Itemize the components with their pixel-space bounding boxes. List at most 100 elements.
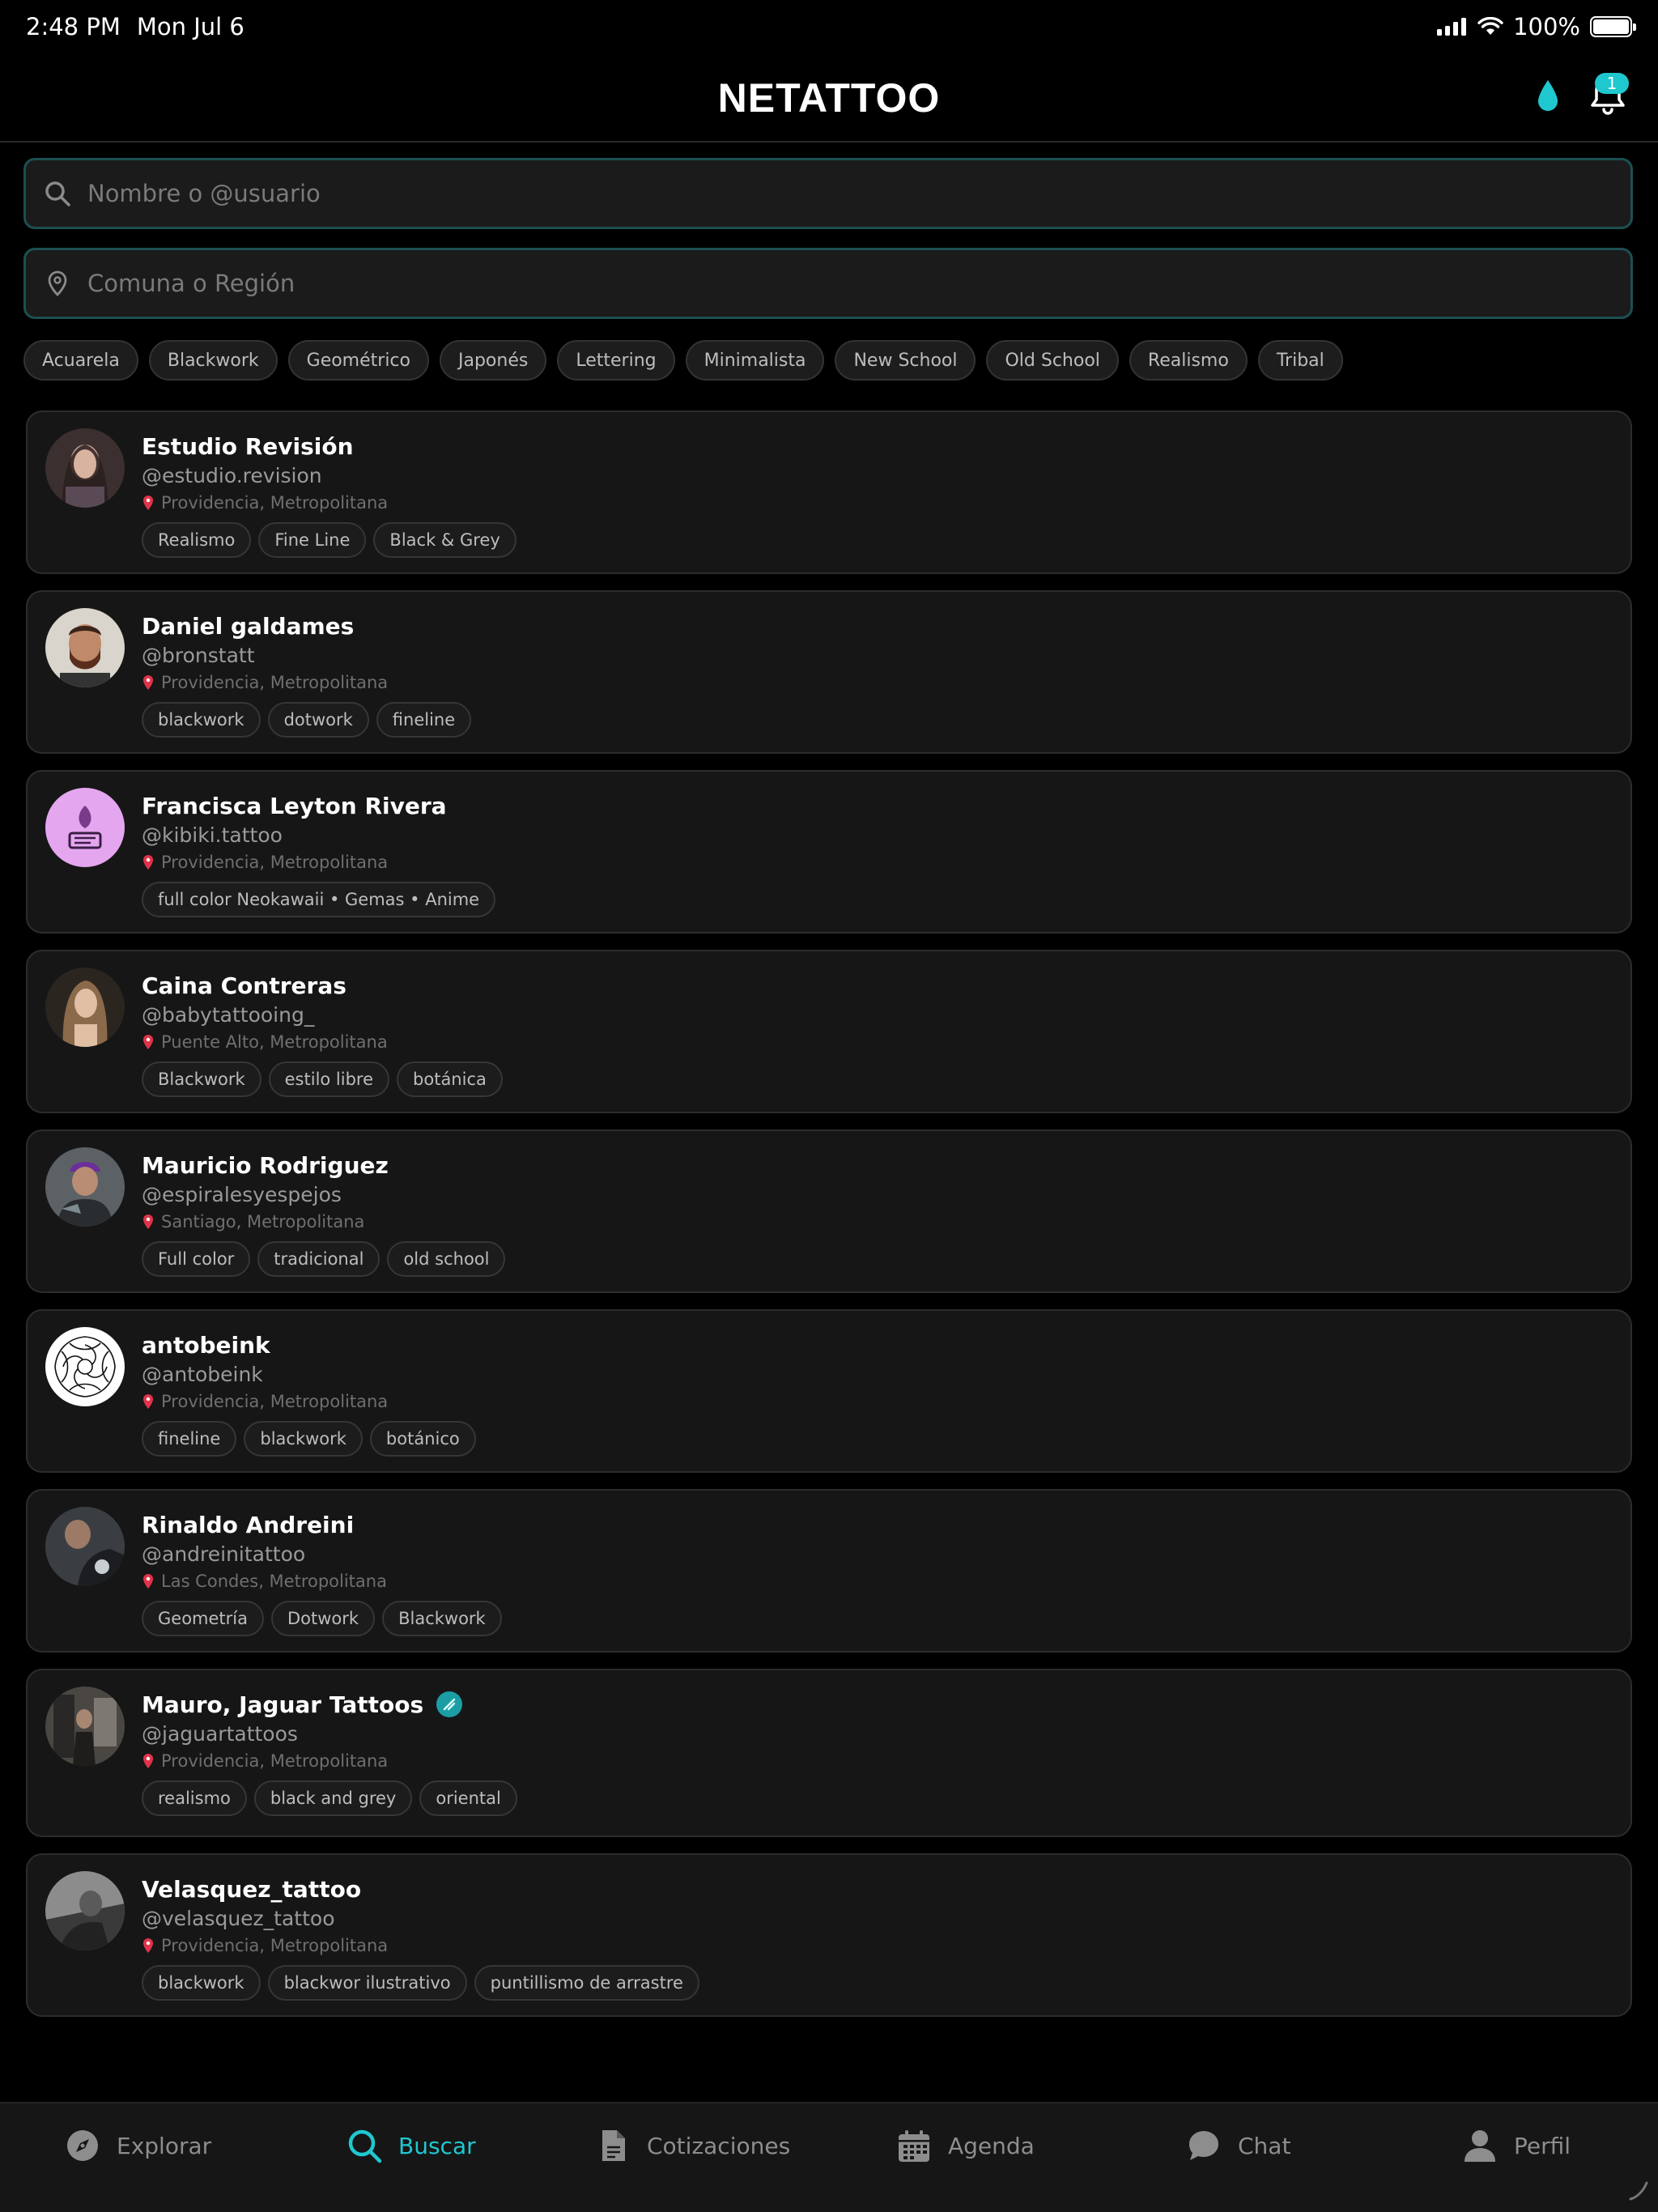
- pin-icon: [143, 1938, 153, 1953]
- artist-card[interactable]: Caina Contreras @babytattooing_ Puente A…: [26, 950, 1632, 1113]
- filter-chip[interactable]: Blackwork: [148, 340, 278, 381]
- artist-name[interactable]: Daniel galdames: [142, 613, 354, 640]
- pin-icon: [143, 675, 153, 690]
- document-icon: [602, 2130, 625, 2161]
- avatar: [45, 1327, 125, 1406]
- search-input[interactable]: [87, 180, 1630, 207]
- avatar: [45, 1687, 125, 1766]
- artist-location: Providencia, Metropolitana: [142, 851, 1614, 874]
- tab-label: Buscar: [398, 2132, 476, 2159]
- artist-location: Santiago, Metropolitana: [142, 1210, 1614, 1233]
- location-text: Puente Alto, Metropolitana: [161, 1032, 388, 1052]
- location-text: Providencia, Metropolitana: [161, 673, 389, 692]
- artist-handle: @espiralesyespejos: [142, 1183, 342, 1206]
- style-tags: Realismo Fine Line Black & Grey: [142, 522, 1614, 558]
- style-tag: Dotwork: [271, 1601, 376, 1636]
- location-text: Providencia, Metropolitana: [161, 853, 389, 872]
- artist-handle: @estudio.revision: [142, 464, 322, 487]
- wifi-icon: [1477, 17, 1503, 35]
- artist-handle: @babytattooing_: [142, 1003, 315, 1027]
- pin-icon: [143, 1754, 153, 1768]
- style-tag: dotwork: [267, 702, 369, 738]
- style-tag: Full color: [142, 1241, 251, 1277]
- artist-card[interactable]: Mauricio Rodriguez @espiralesyespejos Sa…: [26, 1129, 1632, 1293]
- location-text: Providencia, Metropolitana: [161, 1751, 389, 1771]
- app-header: NETATTOO: [0, 53, 1658, 143]
- location-text: Providencia, Metropolitana: [161, 1392, 389, 1411]
- artist-card[interactable]: Mauro, Jaguar Tattoos @jaguartattoos Pro…: [26, 1669, 1632, 1837]
- artist-location: Providencia, Metropolitana: [142, 1750, 1614, 1772]
- tab-explorar[interactable]: Explorar: [65, 2128, 211, 2163]
- artist-card[interactable]: Velasquez_tattoo @velasquez_tattoo Provi…: [26, 1853, 1632, 2017]
- style-tags: Blackwork estilo libre botánica: [142, 1061, 1614, 1097]
- artist-card[interactable]: Estudio Revisión @estudio.revision Provi…: [26, 410, 1632, 574]
- tab-chat[interactable]: Chat: [1186, 2128, 1290, 2163]
- calendar-icon: [899, 2130, 929, 2162]
- style-tag: Blackwork: [382, 1601, 502, 1636]
- style-tags: fineline blackwork botánico: [142, 1421, 1614, 1457]
- artist-name[interactable]: Mauro, Jaguar Tattoos: [142, 1691, 423, 1718]
- tab-label: Explorar: [117, 2132, 212, 2159]
- battery-icon: [1590, 16, 1636, 37]
- tab-perfil[interactable]: Perfil: [1462, 2128, 1571, 2163]
- avatar: [45, 608, 125, 687]
- filter-chip[interactable]: Acuarela: [23, 340, 138, 381]
- notification-badge: 1: [1595, 73, 1629, 94]
- filter-chip[interactable]: Realismo: [1129, 340, 1248, 381]
- style-tag: botánico: [369, 1421, 476, 1457]
- status-bar: 2:48 PM Mon Jul 6 100%: [0, 0, 1658, 53]
- filter-chip[interactable]: Japonés: [440, 340, 547, 381]
- search-box: [23, 158, 1633, 229]
- location-box: [23, 248, 1633, 319]
- filter-chip[interactable]: Minimalista: [685, 340, 825, 381]
- artist-name[interactable]: Estudio Revisión: [142, 433, 354, 460]
- drop-icon[interactable]: [1534, 78, 1562, 113]
- avatar: [45, 428, 125, 508]
- style-tags: full color Neokawaii • Gemas • Anime: [142, 882, 1614, 917]
- resize-grip-icon: [1629, 2181, 1648, 2201]
- style-tag: botánica: [397, 1061, 503, 1097]
- avatar: [45, 968, 125, 1047]
- style-tag: oriental: [419, 1780, 517, 1816]
- style-tags: Full color tradicional old school: [142, 1241, 1614, 1277]
- artist-name[interactable]: Caina Contreras: [142, 972, 346, 999]
- artist-name[interactable]: Mauricio Rodriguez: [142, 1152, 389, 1179]
- location-text: Santiago, Metropolitana: [161, 1212, 365, 1231]
- filter-chip[interactable]: Old School: [986, 340, 1119, 381]
- style-tag: Realismo: [142, 522, 252, 558]
- artist-card[interactable]: antobeink @antobeink Providencia, Metrop…: [26, 1309, 1632, 1473]
- artist-card[interactable]: Rinaldo Andreini @andreinitattoo Las Con…: [26, 1489, 1632, 1653]
- tab-label: Cotizaciones: [647, 2132, 791, 2159]
- artist-handle: @bronstatt: [142, 644, 255, 667]
- style-tag: blackwor ilustrativo: [267, 1965, 467, 2001]
- artist-name[interactable]: Velasquez_tattoo: [142, 1876, 361, 1903]
- avatar: [45, 1871, 125, 1950]
- pin-icon: [143, 1394, 153, 1409]
- artist-handle: @andreinitattoo: [142, 1542, 306, 1566]
- tab-buscar[interactable]: Buscar: [346, 2128, 476, 2163]
- artist-location: Providencia, Metropolitana: [142, 1934, 1614, 1957]
- artist-card[interactable]: Francisca Leyton Rivera @kibiki.tattoo P…: [26, 770, 1632, 934]
- filter-chip[interactable]: Geométrico: [287, 340, 429, 381]
- tab-agenda[interactable]: Agenda: [896, 2128, 1035, 2163]
- style-tags: blackwork blackwor ilustrativo puntillis…: [142, 1965, 1614, 2001]
- artist-handle: @antobeink: [142, 1363, 263, 1386]
- artist-name[interactable]: Francisca Leyton Rivera: [142, 793, 447, 819]
- pin-icon: [143, 496, 153, 510]
- artist-name[interactable]: antobeink: [142, 1332, 270, 1359]
- artist-name[interactable]: Rinaldo Andreini: [142, 1512, 354, 1538]
- style-tag: full color Neokawaii • Gemas • Anime: [142, 882, 496, 917]
- filter-chip[interactable]: Lettering: [557, 340, 675, 381]
- artist-card[interactable]: Daniel galdames @bronstatt Providencia, …: [26, 590, 1632, 754]
- verified-badge-icon: [436, 1691, 463, 1717]
- tab-label: Agenda: [948, 2132, 1035, 2159]
- artist-location: Providencia, Metropolitana: [142, 491, 1614, 514]
- filter-chip[interactable]: Tribal: [1257, 340, 1343, 381]
- avatar: [45, 1507, 125, 1586]
- filter-chip[interactable]: New School: [835, 340, 976, 381]
- location-text: Las Condes, Metropolitana: [161, 1572, 387, 1591]
- location-input[interactable]: [87, 270, 1630, 297]
- tab-cotizaciones[interactable]: Cotizaciones: [595, 2128, 790, 2163]
- pin-icon: [143, 1214, 153, 1229]
- pin-icon: [143, 1035, 153, 1049]
